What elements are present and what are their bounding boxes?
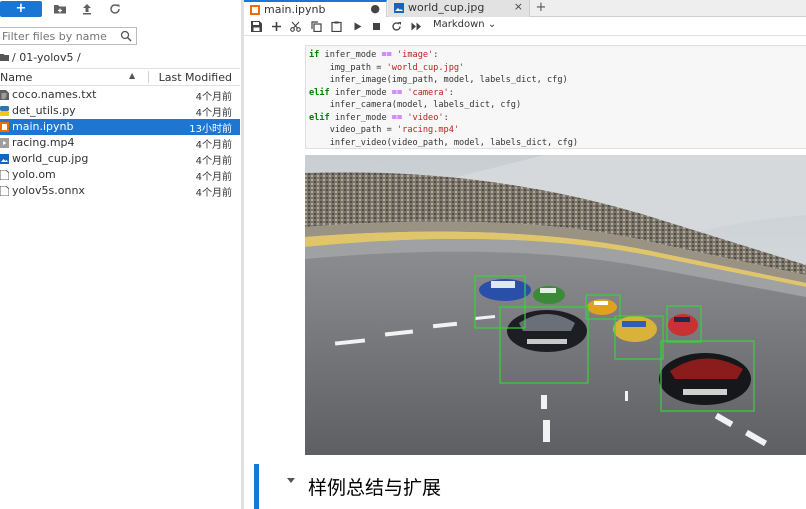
cell-collapser[interactable]	[254, 464, 259, 509]
file-name: racing.mp4	[12, 136, 75, 149]
restart-run-all-icon[interactable]	[411, 21, 422, 32]
breadcrumb-path[interactable]: / 01-yolov5 /	[12, 51, 81, 64]
file-modified: 13小时前	[189, 124, 232, 135]
column-header-last-modified[interactable]: Last Modified	[159, 71, 232, 84]
text-file-icon	[0, 90, 9, 100]
code-line: img_path = 'world_cup.jpg'	[309, 62, 465, 73]
file-row-main-ipynb[interactable]: main.ipynb 13小时前	[0, 119, 240, 135]
file-name: yolov5s.onnx	[12, 184, 85, 197]
restart-kernel-icon[interactable]	[391, 21, 402, 32]
file-browser: + / 01-yolov5 / Name ▲ Last Modified	[0, 0, 241, 509]
file-list-header: Name ▲ Last Modified	[0, 68, 240, 86]
file-name: det_utils.py	[12, 104, 76, 117]
image-file-icon	[0, 154, 9, 164]
copy-icon[interactable]	[311, 21, 322, 32]
race-car	[668, 314, 698, 336]
race-car	[479, 279, 531, 301]
tab-label: world_cup.jpg	[408, 1, 485, 14]
file-filter-input[interactable]	[0, 28, 116, 44]
paste-icon[interactable]	[331, 21, 342, 32]
file-modified: 4个月前	[195, 188, 232, 199]
code-editor-text: if infer_mode == 'image': img_path = 'wo…	[309, 49, 578, 149]
folder-icon	[0, 54, 9, 61]
notebook-tab-icon	[250, 5, 260, 15]
code-line: elif infer_mode == 'camera':	[309, 87, 454, 98]
video-file-icon	[0, 138, 9, 148]
race-car	[533, 286, 565, 304]
file-row-yolo-om[interactable]: yolo.om 4个月前	[0, 167, 240, 183]
racing-frame-image	[305, 155, 806, 455]
search-icon	[120, 30, 132, 42]
file-modified: 4个月前	[195, 140, 232, 151]
insert-cell-icon[interactable]	[271, 21, 282, 32]
file-filter-box	[0, 27, 137, 45]
output-image-racing-detections	[305, 155, 806, 455]
chevron-down-icon: ⌄	[487, 19, 497, 30]
file-modified: 4个月前	[195, 108, 232, 119]
code-line: infer_camera(model, labels_dict, cfg)	[309, 100, 522, 110]
file-icon	[0, 186, 9, 196]
file-row-det-utils[interactable]: det_utils.py 4个月前	[0, 103, 240, 119]
race-car	[507, 310, 587, 352]
code-line: if infer_mode == 'image':	[309, 50, 439, 60]
collapse-heading-caret-icon[interactable]	[287, 478, 295, 484]
cell-type-dropdown[interactable]: Markdown ⌄	[433, 19, 496, 30]
file-name: world_cup.jpg	[12, 152, 89, 165]
file-name: yolo.om	[12, 168, 56, 181]
close-icon[interactable]: ×	[514, 0, 523, 13]
code-line: infer_image(img_path, model, labels_dict…	[309, 75, 568, 85]
document-tab-bar: main.ipynb ● world_cup.jpg × +	[244, 0, 806, 18]
upload-icon[interactable]	[80, 2, 94, 16]
file-modified: 4个月前	[195, 172, 232, 183]
python-file-icon	[0, 106, 9, 116]
new-tab-button[interactable]: +	[534, 0, 548, 17]
file-modified: 4个月前	[195, 92, 232, 103]
markdown-heading: 样例总结与扩展	[308, 477, 442, 499]
notebook-file-icon	[0, 122, 9, 132]
file-row-coco-names[interactable]: coco.names.txt 4个月前	[0, 87, 240, 103]
new-folder-icon[interactable]	[53, 2, 67, 16]
race-car	[587, 299, 617, 315]
file-icon	[0, 170, 9, 180]
tab-world-cup-jpg[interactable]: world_cup.jpg ×	[388, 0, 530, 17]
breadcrumb[interactable]: / 01-yolov5 /	[0, 50, 81, 64]
column-header-name[interactable]: Name	[0, 71, 32, 84]
file-modified: 4个月前	[195, 156, 232, 167]
image-tab-icon	[394, 3, 404, 13]
file-name: main.ipynb	[12, 120, 74, 133]
unsaved-indicator-icon[interactable]: ●	[370, 2, 380, 15]
notebook-toolbar: Markdown ⌄	[244, 17, 806, 36]
code-line: video_path = 'racing.mp4'	[309, 125, 460, 135]
file-row-racing-mp4[interactable]: racing.mp4 4个月前	[0, 135, 240, 151]
run-cell-icon[interactable]	[352, 21, 363, 32]
cut-icon[interactable]	[290, 21, 301, 32]
file-row-world-cup-jpg[interactable]: world_cup.jpg 4个月前	[0, 151, 240, 167]
new-launcher-button[interactable]: +	[0, 1, 42, 17]
cell-type-value: Markdown	[433, 19, 485, 30]
code-cell-editor[interactable]: if infer_mode == 'image': img_path = 'wo…	[305, 45, 806, 149]
file-browser-toolbar: +	[0, 0, 241, 20]
code-line: infer_video(video_path, model, labels_di…	[309, 137, 579, 148]
notebook-panel: if infer_mode == 'image': img_path = 'wo…	[244, 37, 806, 509]
interrupt-kernel-icon[interactable]	[371, 21, 382, 32]
refresh-icon[interactable]	[108, 2, 122, 16]
markdown-cell[interactable]: 样例总结与扩展	[254, 463, 806, 509]
tab-main-ipynb[interactable]: main.ipynb ●	[244, 0, 387, 18]
sort-ascending-icon: ▲	[129, 71, 136, 80]
code-line: elif infer_mode == 'video':	[309, 112, 449, 123]
tab-label: main.ipynb	[264, 3, 326, 16]
race-car	[659, 353, 751, 405]
save-icon[interactable]	[251, 21, 262, 32]
file-name: coco.names.txt	[12, 88, 97, 101]
file-row-yolov5s-onnx[interactable]: yolov5s.onnx 4个月前	[0, 183, 240, 199]
column-resize-handle[interactable]	[148, 71, 149, 83]
race-car	[613, 316, 657, 342]
